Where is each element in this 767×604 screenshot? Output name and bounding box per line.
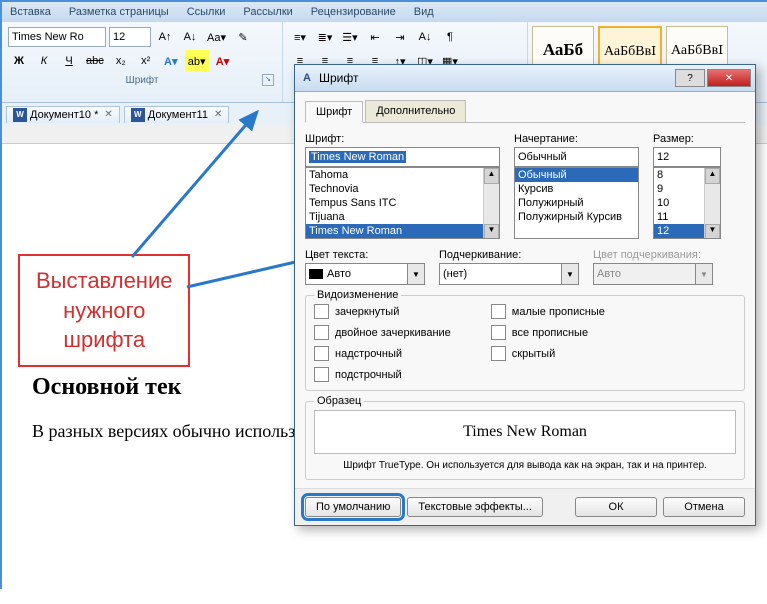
chk-strike[interactable]: зачеркнутый xyxy=(314,304,451,319)
close-icon[interactable]: ✕ xyxy=(104,109,112,120)
text-effects-button[interactable]: Текстовые эффекты... xyxy=(407,497,543,517)
chk-allcaps[interactable]: все прописные xyxy=(491,325,605,340)
shrink-font-btn[interactable]: A↓ xyxy=(179,26,201,48)
tab-mail[interactable]: Рассылки xyxy=(243,6,292,18)
show-marks-btn[interactable]: ¶ xyxy=(439,26,461,48)
tab-view[interactable]: Вид xyxy=(414,6,434,18)
strike-btn[interactable]: abc xyxy=(83,50,107,72)
dialog-title: Шрифт xyxy=(319,71,673,85)
clear-format-btn[interactable]: ✎ xyxy=(232,26,254,48)
highlight-btn[interactable]: ab▾ xyxy=(185,50,209,72)
tab-advanced[interactable]: Дополнительно xyxy=(365,100,466,122)
italic-btn[interactable]: К xyxy=(33,50,55,72)
font-name-combo[interactable]: Times New Ro xyxy=(8,27,106,47)
tab-review[interactable]: Рецензирование xyxy=(311,6,396,18)
font-dialog-launcher-icon[interactable]: ↘ xyxy=(262,74,274,86)
underline-label: Подчеркивание: xyxy=(439,249,579,261)
sort-btn[interactable]: A↓ xyxy=(414,26,436,48)
chk-smallcaps[interactable]: малые прописные xyxy=(491,304,605,319)
tab-links[interactable]: Ссылки xyxy=(187,6,226,18)
subscript-btn[interactable]: x₂ xyxy=(110,50,132,72)
style-input[interactable]: Обычный xyxy=(514,147,639,167)
numbers-btn[interactable]: ≣▾ xyxy=(314,26,336,48)
font-dialog: A Шрифт ? ✕ Шрифт Дополнительно Шрифт: T… xyxy=(294,64,756,526)
tab-layout[interactable]: Разметка страницы xyxy=(69,6,169,18)
close-button[interactable]: ✕ xyxy=(707,69,751,87)
cancel-button[interactable]: Отмена xyxy=(663,497,745,517)
dialog-tabs: Шрифт Дополнительно xyxy=(305,100,745,123)
chk-superscript[interactable]: надстрочный xyxy=(314,346,451,361)
close-icon[interactable]: ✕ xyxy=(214,109,222,120)
word-icon: W xyxy=(13,108,27,122)
font-listbox[interactable]: Tahoma Technovia Tempus Sans ITC Tijuana… xyxy=(305,167,500,239)
bullets-btn[interactable]: ≡▾ xyxy=(289,26,311,48)
ok-button[interactable]: ОК xyxy=(575,497,657,517)
size-input[interactable]: 12 xyxy=(653,147,721,167)
font-color-btn[interactable]: A▾ xyxy=(212,50,234,72)
word-icon: W xyxy=(131,108,145,122)
font-name-input[interactable]: Times New Roman xyxy=(305,147,500,167)
ribbon-tabs: Вставка Разметка страницы Ссылки Рассылк… xyxy=(2,2,767,22)
multilevel-btn[interactable]: ☰▾ xyxy=(339,26,361,48)
chk-subscript[interactable]: подстрочный xyxy=(314,367,451,382)
sample-group: Образец Times New Roman Шрифт TrueType. … xyxy=(305,401,745,480)
grow-font-btn[interactable]: A↑ xyxy=(154,26,176,48)
sample-hint: Шрифт TrueType. Он используется для выво… xyxy=(314,460,736,471)
font-group-label: Шрифт↘ xyxy=(8,75,276,86)
sample-preview: Times New Roman xyxy=(314,410,736,454)
dedent-btn[interactable]: ⇤ xyxy=(364,26,386,48)
font-color-label: Цвет текста: xyxy=(305,249,425,261)
change-case-btn[interactable]: Aa▾ xyxy=(204,26,229,48)
effects-group: Видоизменение зачеркнутый двойное зачерк… xyxy=(305,295,745,391)
text-effects-btn[interactable]: A▾ xyxy=(160,50,182,72)
dialog-button-row: По умолчанию Текстовые эффекты... ОК Отм… xyxy=(295,488,755,525)
tab-font[interactable]: Шрифт xyxy=(305,101,363,123)
chk-dblstrike[interactable]: двойное зачеркивание xyxy=(314,325,451,340)
dialog-titlebar[interactable]: A Шрифт ? ✕ xyxy=(295,65,755,92)
size-listbox[interactable]: 8 9 10 11 12 ▲▼ xyxy=(653,167,721,239)
underline-dropdown[interactable]: (нет)▼ xyxy=(439,263,579,285)
default-button[interactable]: По умолчанию xyxy=(305,497,401,517)
underline-btn[interactable]: Ч xyxy=(58,50,80,72)
style-list-label: Начертание: xyxy=(514,133,639,145)
size-list-label: Размер: xyxy=(653,133,721,145)
font-size-combo[interactable]: 12 xyxy=(109,27,151,47)
font-list-label: Шрифт: xyxy=(305,133,500,145)
underline-color-dropdown: Авто▼ xyxy=(593,263,713,285)
doc-tab-1[interactable]: WДокумент11✕ xyxy=(124,106,230,123)
help-button[interactable]: ? xyxy=(675,69,705,87)
dialog-icon: A xyxy=(299,70,315,86)
chk-hidden[interactable]: скрытый xyxy=(491,346,605,361)
indent-btn[interactable]: ⇥ xyxy=(389,26,411,48)
annotation-callout: Выставление нужного шрифта xyxy=(18,254,190,367)
bold-btn[interactable]: Ж xyxy=(8,50,30,72)
underline-color-label: Цвет подчеркивания: xyxy=(593,249,713,261)
tab-insert[interactable]: Вставка xyxy=(10,6,51,18)
font-color-dropdown[interactable]: Авто▼ xyxy=(305,263,425,285)
doc-tab-0[interactable]: WДокумент10 *✕ xyxy=(6,106,120,123)
style-listbox[interactable]: Обычный Курсив Полужирный Полужирный Кур… xyxy=(514,167,639,239)
superscript-btn[interactable]: x² xyxy=(135,50,157,72)
